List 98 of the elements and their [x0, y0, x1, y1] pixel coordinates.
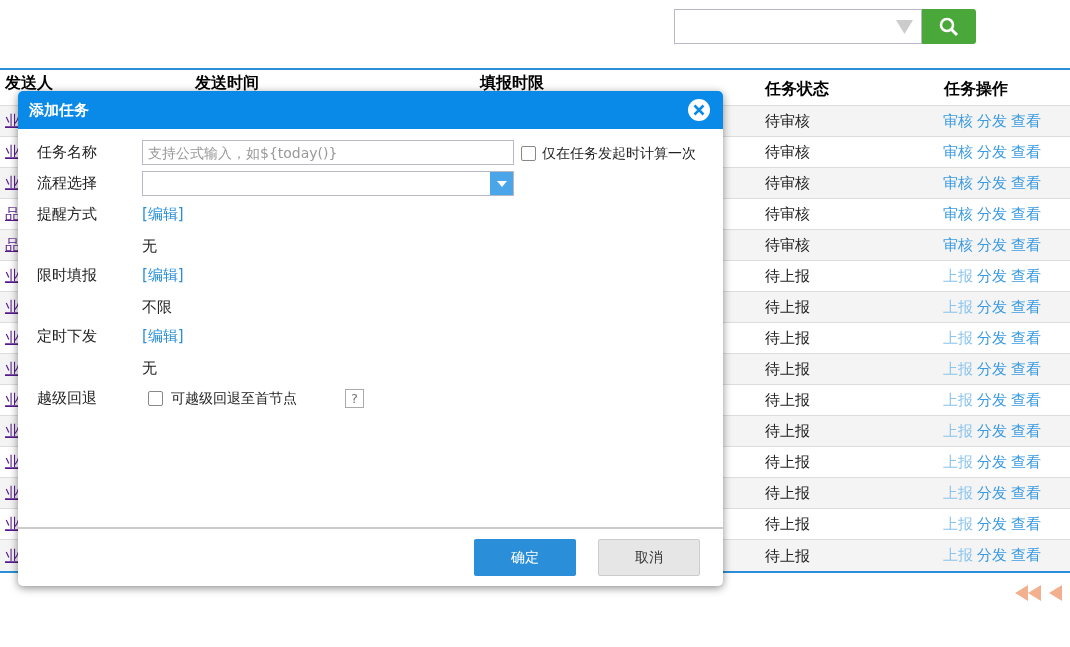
confirm-button[interactable]: 确定: [474, 539, 576, 576]
help-icon[interactable]: ?: [345, 388, 364, 408]
table-cell: 待上报: [765, 360, 810, 378]
action-link[interactable]: 查看: [1011, 544, 1041, 567]
column-header: 任务操作: [944, 79, 1008, 98]
action-link[interactable]: 分发: [977, 481, 1007, 505]
field-label: 越级回退: [37, 388, 98, 409]
task-name-input[interactable]: 支持公式输入，如${today()}: [142, 140, 514, 165]
column-header: 发送人: [5, 73, 53, 92]
field-value: 无: [142, 359, 157, 377]
column-header: 填报时限: [480, 73, 544, 92]
action-link[interactable]: 查看: [1011, 264, 1041, 288]
table-cell: 待上报: [765, 329, 810, 347]
table-cell[interactable]: 业: [5, 484, 20, 502]
table-cell: 待审核: [765, 236, 810, 254]
action-link[interactable]: 分发: [977, 357, 1007, 381]
table-cell[interactable]: 业: [5, 360, 20, 378]
search-button[interactable]: [922, 9, 976, 44]
action-link[interactable]: 审核: [943, 202, 973, 226]
table-cell: 待审核: [765, 174, 810, 192]
table-cell: 待上报: [765, 515, 810, 533]
action-link[interactable]: 分发: [977, 202, 1007, 226]
edit-link[interactable]: [编辑]: [142, 324, 184, 348]
edit-link[interactable]: [编辑]: [142, 202, 184, 226]
action-link[interactable]: 查看: [1011, 357, 1041, 381]
action-link[interactable]: 查看: [1011, 419, 1041, 443]
table-cell: 待审核: [765, 205, 810, 223]
action-link[interactable]: 查看: [1011, 388, 1041, 412]
search-icon: [939, 16, 959, 37]
dialog-title: 添加任务: [29, 99, 89, 121]
action-link[interactable]: 查看: [1011, 295, 1041, 319]
table-cell[interactable]: 业: [5, 267, 20, 285]
table-cell[interactable]: 业: [5, 453, 20, 471]
action-link[interactable]: 分发: [977, 295, 1007, 319]
field-label: 定时下发: [37, 326, 98, 347]
table-cell[interactable]: 业: [5, 143, 20, 161]
table-cell[interactable]: 业: [5, 298, 20, 316]
table-cell: 待上报: [765, 391, 810, 409]
action-link[interactable]: 审核: [943, 233, 973, 257]
action-link[interactable]: 分发: [977, 233, 1007, 257]
table-cell: 待审核: [765, 112, 810, 130]
table-cell: 待上报: [765, 484, 810, 502]
table-cell: 待审核: [765, 143, 810, 161]
action-link[interactable]: 查看: [1011, 109, 1041, 133]
table-cell[interactable]: 业: [5, 546, 20, 565]
action-link[interactable]: 查看: [1011, 140, 1041, 164]
action-link[interactable]: 分发: [977, 388, 1007, 412]
action-link[interactable]: 分发: [977, 544, 1007, 567]
table-cell: 待上报: [765, 267, 810, 285]
search-field[interactable]: [674, 9, 922, 44]
action-link[interactable]: 分发: [977, 450, 1007, 474]
checkbox[interactable]: [148, 390, 163, 406]
dropdown-arrow-icon[interactable]: [896, 19, 913, 34]
action-link[interactable]: 审核: [943, 171, 973, 195]
action-link[interactable]: 查看: [1011, 481, 1041, 505]
table-cell[interactable]: 业: [5, 112, 20, 130]
edit-link[interactable]: [编辑]: [142, 263, 184, 287]
action-link[interactable]: 分发: [977, 140, 1007, 164]
action-link[interactable]: 查看: [1011, 512, 1041, 536]
action-link[interactable]: 查看: [1011, 233, 1041, 257]
table-cell[interactable]: 业: [5, 391, 20, 409]
checkbox-label: 仅在任务发起时计算一次: [542, 144, 696, 163]
process-select[interactable]: [142, 171, 514, 196]
table-cell: 待上报: [765, 453, 810, 471]
action-link[interactable]: 分发: [977, 109, 1007, 133]
action-link[interactable]: 分发: [977, 171, 1007, 195]
action-link[interactable]: 审核: [943, 140, 973, 164]
checkbox[interactable]: [521, 146, 536, 161]
close-icon: [693, 104, 705, 116]
table-cell[interactable]: 业: [5, 422, 20, 440]
action-link[interactable]: 查看: [1011, 450, 1041, 474]
table-cell[interactable]: 业: [5, 515, 20, 533]
table-cell[interactable]: 业: [5, 174, 20, 192]
cancel-button[interactable]: 取消: [598, 539, 700, 576]
close-button[interactable]: [688, 99, 710, 121]
action-link[interactable]: 分发: [977, 419, 1007, 443]
action-link[interactable]: 查看: [1011, 326, 1041, 350]
table-cell: 待上报: [765, 546, 810, 565]
action-link[interactable]: 分发: [977, 512, 1007, 536]
action-link[interactable]: 分发: [977, 264, 1007, 288]
first-page-icon[interactable]: [1015, 585, 1041, 601]
field-label: 限时填报: [37, 265, 98, 286]
action-link[interactable]: 分发: [977, 326, 1007, 350]
checkbox-label: 可越级回退至首节点: [171, 388, 297, 408]
action-link[interactable]: 查看: [1011, 202, 1041, 226]
previous-page-icon[interactable]: [1049, 585, 1062, 601]
action-link[interactable]: 查看: [1011, 171, 1041, 195]
field-value: 不限: [142, 298, 172, 316]
field-label: 提醒方式: [37, 204, 98, 225]
field-label: 流程选择: [37, 173, 98, 194]
table-cell: 待上报: [765, 422, 810, 440]
column-header: 发送时间: [195, 73, 259, 92]
table-cell[interactable]: 业: [5, 329, 20, 347]
action-link[interactable]: 审核: [943, 109, 973, 133]
column-header: 任务状态: [765, 79, 829, 98]
field-label: 任务名称: [37, 142, 98, 163]
field-value: 无: [142, 237, 157, 255]
table-cell: 待上报: [765, 298, 810, 316]
